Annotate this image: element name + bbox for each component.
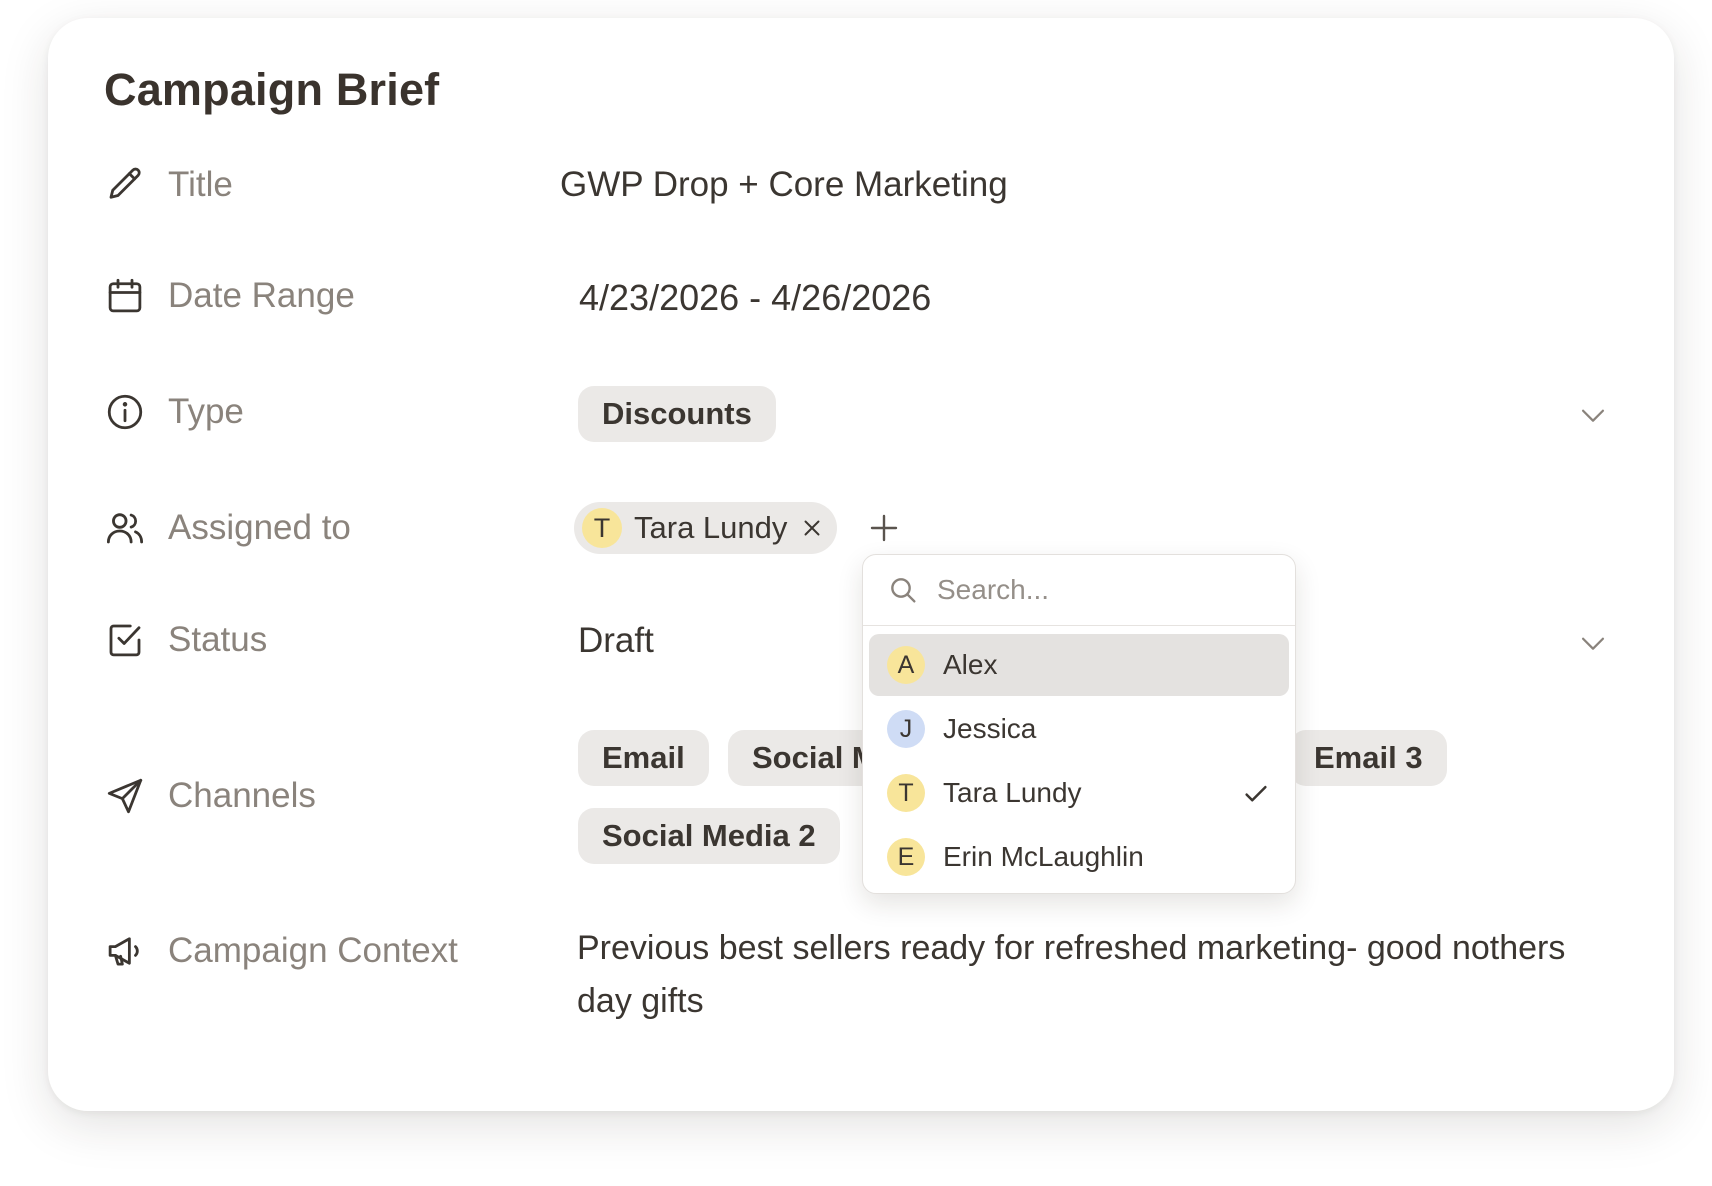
campaign-context-label-row: Campaign Context bbox=[104, 925, 458, 977]
assignee-name: Tara Lundy bbox=[634, 510, 788, 545]
channels-label: Channels bbox=[168, 776, 316, 815]
date-range-value[interactable]: 4/23/2026 - 4/26/2026 bbox=[579, 277, 931, 319]
dropdown-option-jessica[interactable]: J Jessica bbox=[869, 698, 1289, 760]
send-icon bbox=[104, 775, 146, 817]
campaign-context-label: Campaign Context bbox=[168, 931, 458, 970]
channel-chip-email-3[interactable]: Email 3 bbox=[1290, 730, 1447, 786]
checkmark-icon bbox=[1241, 779, 1271, 809]
channel-chip-social-media-2[interactable]: Social Media 2 bbox=[578, 808, 840, 864]
dropdown-search bbox=[863, 555, 1295, 626]
option-name: Jessica bbox=[943, 713, 1037, 744]
assignee-dropdown: A Alex J Jessica T Tara Lundy E Erin McL… bbox=[862, 554, 1296, 894]
type-label: Type bbox=[168, 392, 244, 431]
checkbox-icon bbox=[104, 619, 146, 661]
status-label-row: Status bbox=[104, 614, 267, 666]
assigned-to-label: Assigned to bbox=[168, 508, 351, 547]
avatar: E bbox=[887, 838, 925, 876]
pencil-icon bbox=[104, 164, 146, 206]
title-label-row: Title bbox=[104, 159, 233, 211]
avatar: T bbox=[887, 774, 925, 812]
search-input[interactable] bbox=[935, 573, 1259, 607]
type-chevron-down-icon[interactable] bbox=[1576, 398, 1610, 432]
type-label-row: Type bbox=[104, 386, 244, 438]
title-value[interactable]: GWP Drop + Core Marketing bbox=[560, 165, 1008, 205]
assignee-chip[interactable]: T Tara Lundy bbox=[574, 502, 838, 554]
channel-chip-social-media[interactable]: Social M bbox=[728, 730, 868, 786]
status-chevron-down-icon[interactable] bbox=[1576, 626, 1610, 660]
megaphone-icon bbox=[104, 930, 146, 972]
dropdown-option-alex[interactable]: A Alex bbox=[869, 634, 1289, 696]
card-title: Campaign Brief bbox=[104, 64, 440, 115]
channels-label-row: Channels bbox=[104, 770, 316, 822]
title-label: Title bbox=[168, 165, 233, 204]
type-chip[interactable]: Discounts bbox=[578, 386, 776, 442]
option-name: Alex bbox=[943, 649, 998, 680]
status-label: Status bbox=[168, 620, 268, 659]
date-range-label-row: Date Range bbox=[104, 270, 355, 322]
option-name: Erin McLaughlin bbox=[943, 841, 1144, 872]
assigned-to-label-row: Assigned to bbox=[104, 502, 351, 554]
dropdown-option-tara-lundy[interactable]: T Tara Lundy bbox=[869, 762, 1289, 824]
calendar-icon bbox=[104, 275, 146, 317]
close-icon[interactable] bbox=[799, 515, 825, 541]
avatar: J bbox=[887, 710, 925, 748]
status-value[interactable]: Draft bbox=[578, 621, 654, 661]
search-icon bbox=[887, 574, 919, 606]
users-icon bbox=[104, 507, 146, 549]
dropdown-option-erin-mclaughlin[interactable]: E Erin McLaughlin bbox=[869, 826, 1289, 888]
option-name: Tara Lundy bbox=[943, 777, 1082, 808]
avatar: T bbox=[582, 508, 622, 548]
campaign-context-value[interactable]: Previous best sellers ready for refreshe… bbox=[577, 922, 1577, 1028]
channel-chip-email[interactable]: Email bbox=[578, 730, 709, 786]
avatar: A bbox=[887, 646, 925, 684]
add-assignee-plus-icon[interactable] bbox=[866, 510, 902, 546]
info-icon bbox=[104, 391, 146, 433]
date-range-label: Date Range bbox=[168, 276, 355, 315]
